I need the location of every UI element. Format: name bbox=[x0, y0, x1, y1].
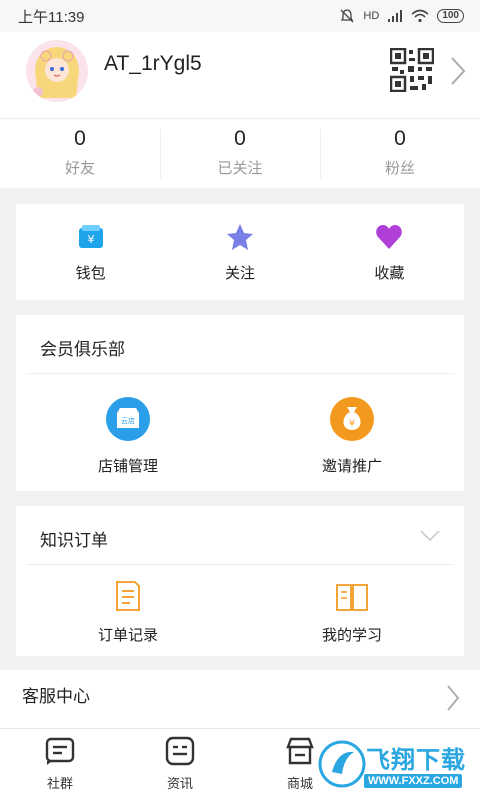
book-icon bbox=[336, 584, 368, 611]
mute-icon bbox=[340, 9, 354, 23]
wallet-button[interactable]: ¥ 钱包 bbox=[16, 204, 165, 300]
tab-community[interactable]: 社群 bbox=[25, 735, 95, 792]
store-management-label: 店铺管理 bbox=[97, 458, 158, 475]
tab-news[interactable]: 资讯 bbox=[145, 735, 215, 792]
chevron-right-icon[interactable] bbox=[450, 56, 466, 86]
svg-text:¥: ¥ bbox=[87, 233, 94, 246]
status-bar: 上午11:39 HD 100 bbox=[0, 0, 480, 32]
follow-button[interactable]: 关注 bbox=[165, 204, 314, 300]
news-icon bbox=[165, 736, 195, 766]
watermark-logo: 飞翔下载 WWW.FXXZ.COM bbox=[318, 734, 478, 796]
divider bbox=[26, 564, 454, 565]
status-icons: HD 100 bbox=[339, 8, 464, 24]
chevron-down-icon[interactable] bbox=[420, 530, 440, 542]
battery-indicator: 100 bbox=[437, 9, 464, 23]
stat-friends[interactable]: 0 好友 bbox=[0, 119, 160, 188]
watermark-emblem-icon bbox=[318, 740, 366, 788]
community-icon bbox=[45, 737, 75, 765]
order-record-icon bbox=[116, 581, 140, 611]
username: AT_1rYgl5 bbox=[104, 52, 202, 75]
member-club-card: 会员俱乐部 云店 店铺管理 ¥ 邀请推广 bbox=[16, 315, 464, 491]
svg-text:¥: ¥ bbox=[349, 419, 355, 429]
stat-label: 好友 bbox=[64, 160, 95, 177]
star-icon bbox=[226, 223, 253, 250]
stat-following[interactable]: 0 已关注 bbox=[160, 119, 320, 188]
knowledge-orders-card: 知识订单 订单记录 我的学习 bbox=[16, 506, 464, 656]
watermark-title: 飞翔下载 bbox=[366, 747, 466, 774]
favorites-label: 收藏 bbox=[374, 264, 405, 282]
wallet-icon: ¥ bbox=[78, 224, 103, 248]
knowledge-orders-title: 知识订单 bbox=[40, 531, 108, 550]
money-bag-icon: ¥ bbox=[330, 397, 374, 441]
network-label: HD bbox=[363, 10, 380, 22]
stat-value: 0 bbox=[74, 127, 86, 150]
order-record-button[interactable]: 订单记录 bbox=[16, 580, 240, 645]
customer-service-row[interactable]: 客服中心 bbox=[0, 670, 480, 728]
order-record-label: 订单记录 bbox=[97, 627, 158, 644]
my-learning-button[interactable]: 我的学习 bbox=[240, 580, 464, 645]
store-management-button[interactable]: 云店 店铺管理 bbox=[16, 397, 240, 476]
wifi-icon bbox=[411, 9, 429, 23]
stat-value: 0 bbox=[234, 127, 246, 150]
stat-followers[interactable]: 0 粉丝 bbox=[320, 119, 480, 188]
member-club-title: 会员俱乐部 bbox=[40, 340, 125, 359]
invite-promotion-button[interactable]: ¥ 邀请推广 bbox=[240, 397, 464, 476]
watermark-url: WWW.FXXZ.COM bbox=[364, 774, 463, 788]
chevron-right-icon bbox=[447, 685, 460, 711]
store-icon-text: 云店 bbox=[121, 416, 135, 425]
stat-label: 已关注 bbox=[217, 160, 263, 177]
tab-mall-label: 商城 bbox=[286, 776, 313, 791]
favorites-button[interactable]: 收藏 bbox=[315, 204, 464, 300]
heart-icon bbox=[376, 224, 403, 249]
quick-actions-card: ¥ 钱包 关注 收藏 bbox=[16, 204, 464, 300]
status-time: 上午11:39 bbox=[18, 8, 85, 26]
stat-label: 粉丝 bbox=[384, 160, 415, 177]
profile-header[interactable]: AT_1rYgl5 bbox=[0, 32, 480, 118]
qr-code-icon[interactable] bbox=[390, 48, 434, 92]
signal-icon bbox=[388, 10, 403, 22]
mall-icon bbox=[286, 737, 314, 765]
stat-value: 0 bbox=[394, 127, 406, 150]
wallet-label: 钱包 bbox=[75, 264, 106, 282]
stats-row: 0 好友 0 已关注 0 粉丝 bbox=[0, 118, 480, 188]
follow-label: 关注 bbox=[224, 264, 255, 282]
divider bbox=[26, 373, 454, 374]
avatar[interactable] bbox=[26, 40, 88, 102]
store-icon: 云店 bbox=[106, 397, 150, 441]
my-learning-label: 我的学习 bbox=[321, 627, 382, 644]
tab-community-label: 社群 bbox=[46, 776, 73, 791]
invite-promotion-label: 邀请推广 bbox=[321, 458, 382, 475]
customer-service-label: 客服中心 bbox=[22, 687, 90, 706]
tab-news-label: 资讯 bbox=[166, 776, 193, 791]
